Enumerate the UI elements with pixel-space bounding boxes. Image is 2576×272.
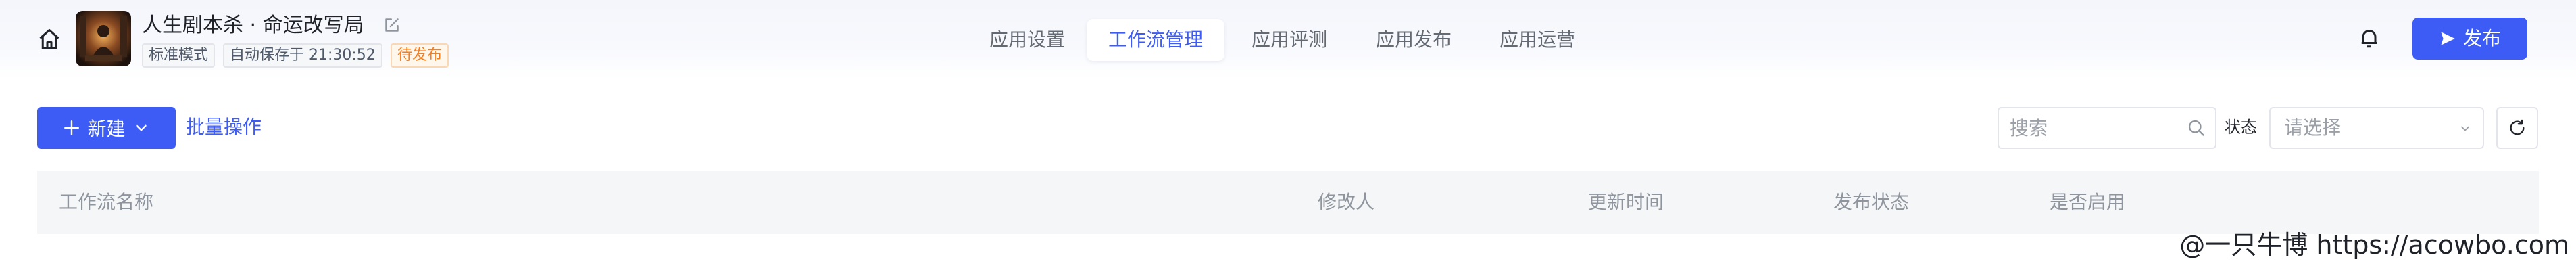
refresh-button[interactable] [2496, 107, 2538, 149]
table-header-row: 工作流名称 修改人 更新时间 发布状态 是否启用 [37, 171, 2539, 234]
publish-button-label: 发布 [2462, 27, 2501, 49]
autosave-tag: 自动保存于 21:30:52 [223, 43, 382, 68]
column-header-updated-time: 更新时间 [1588, 191, 1664, 213]
batch-operation-link[interactable]: 批量操作 [186, 114, 262, 141]
column-header-enabled: 是否启用 [2050, 191, 2126, 213]
send-icon [2441, 32, 2455, 45]
bell-icon[interactable] [2357, 26, 2381, 50]
new-button-label: 新建 [87, 118, 126, 140]
status-select[interactable]: 请选择 [2269, 107, 2484, 149]
app-cover-image [76, 11, 131, 66]
app-title: 人生剧本杀 · 命运改写局 [142, 14, 364, 37]
tab-workflow-management[interactable]: 工作流管理 [1087, 19, 1224, 61]
publish-button[interactable]: 发布 [2412, 18, 2527, 60]
status-select-placeholder: 请选择 [2284, 116, 2342, 139]
chevron-down-icon [135, 124, 147, 131]
column-header-modifier: 修改人 [1318, 191, 1375, 213]
home-icon[interactable] [37, 27, 61, 51]
status-badge: 待发布 [391, 43, 449, 68]
status-filter-label: 状态 [2225, 118, 2257, 137]
new-button[interactable]: 新建 [37, 107, 176, 149]
search-icon[interactable] [2187, 118, 2206, 137]
watermark: @一只牛博 https://acowbo.com [2179, 230, 2569, 260]
refresh-icon [2510, 119, 2525, 135]
tab-app-operations[interactable]: 应用运营 [1490, 19, 1585, 61]
plus-icon [64, 120, 80, 135]
search-box [1998, 107, 2216, 149]
page: 人生剧本杀 · 命运改写局 标准模式 自动保存于 21:30:52 待发布 应用… [0, 0, 2576, 272]
column-header-publish-status: 发布状态 [1833, 191, 1910, 213]
column-header-workflow-name: 工作流名称 [59, 191, 154, 213]
mode-tag: 标准模式 [142, 43, 216, 68]
tab-app-settings[interactable]: 应用设置 [980, 19, 1074, 61]
chevron-down-icon [2461, 126, 2469, 131]
app-header: 人生剧本杀 · 命运改写局 标准模式 自动保存于 21:30:52 待发布 应用… [0, 0, 2576, 80]
tab-app-publish[interactable]: 应用发布 [1366, 19, 1461, 61]
tab-app-evaluation[interactable]: 应用评测 [1242, 19, 1337, 61]
search-input[interactable] [2010, 108, 2179, 148]
edit-icon[interactable] [383, 16, 401, 34]
